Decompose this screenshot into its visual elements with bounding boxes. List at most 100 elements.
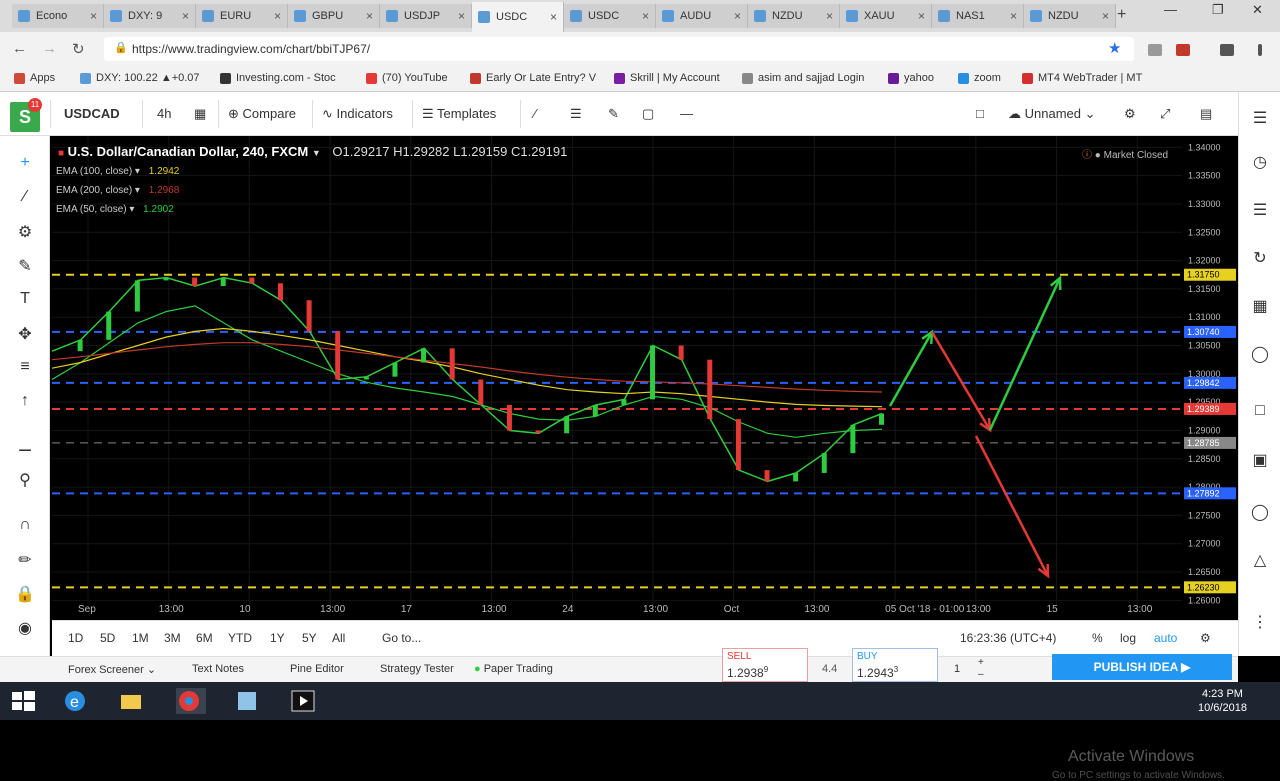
publish-idea-button[interactable]: PUBLISH IDEA ▶: [1052, 654, 1232, 680]
extension-icon[interactable]: [1176, 44, 1190, 56]
bookmark-item[interactable]: DXY: 100.22 ▲+0.07: [80, 72, 200, 84]
minimize-icon[interactable]: —: [1164, 2, 1177, 17]
compare-button[interactable]: ⊕ Compare: [228, 106, 296, 122]
bookmark-item[interactable]: zoom: [958, 72, 1001, 84]
bookmark-item[interactable]: Investing.com - Stoc: [220, 72, 336, 84]
app-icon[interactable]: [234, 688, 264, 714]
prediction-icon[interactable]: ≡: [13, 358, 37, 380]
browser-tab[interactable]: USDC ×: [564, 4, 656, 28]
horizontal-line-icon[interactable]: —: [680, 106, 693, 121]
bookmark-item[interactable]: (70) YouTube: [366, 72, 448, 84]
templates-button[interactable]: ☰ Templates: [422, 106, 496, 122]
tab-close-icon[interactable]: ×: [182, 9, 189, 23]
tab-close-icon[interactable]: ×: [274, 9, 281, 23]
range-all[interactable]: All: [332, 631, 345, 645]
auto-toggle[interactable]: auto: [1154, 631, 1177, 645]
layout-button[interactable]: ☁ Unnamed ⌄: [1008, 106, 1096, 122]
trend-line-icon[interactable]: ∕: [13, 188, 37, 210]
browser-tab[interactable]: AUDU ×: [656, 4, 748, 28]
chrome-icon[interactable]: [176, 688, 206, 714]
crosshair-icon[interactable]: +: [13, 154, 37, 176]
lock-icon[interactable]: 🔒: [13, 584, 37, 606]
alarm-clock-icon[interactable]: ◷: [1247, 152, 1273, 176]
calendar-icon[interactable]: ▦: [1247, 296, 1273, 320]
tab-paper-trading[interactable]: ● Paper Trading: [474, 663, 553, 675]
tab-close-icon[interactable]: ×: [1010, 9, 1017, 23]
bell-icon[interactable]: △: [1247, 550, 1273, 574]
menu-icon[interactable]: [1258, 44, 1262, 56]
tab-close-icon[interactable]: ×: [366, 9, 373, 23]
fullscreen-icon[interactable]: ⤢: [1160, 106, 1170, 122]
browser-tab[interactable]: GBPU ×: [288, 4, 380, 28]
tab-close-icon[interactable]: ×: [90, 9, 97, 23]
trend-line-icon[interactable]: ∕: [534, 106, 536, 121]
ema-200-legend[interactable]: EMA (200, close) ▾ 1.2968: [56, 185, 179, 196]
messages-icon[interactable]: ▣: [1247, 450, 1273, 474]
buy-button[interactable]: BUY 1.29433: [852, 648, 938, 682]
range-1m[interactable]: 1M: [132, 631, 149, 645]
gear-icon[interactable]: ⚙: [1200, 631, 1211, 645]
range-6m[interactable]: 6M: [196, 631, 213, 645]
brush-icon[interactable]: ✎: [13, 256, 37, 278]
profile-icon[interactable]: [1220, 44, 1234, 56]
data-window-icon[interactable]: ☰: [1247, 200, 1273, 224]
interval-selector[interactable]: 4h: [157, 106, 171, 121]
tab-close-icon[interactable]: ×: [734, 9, 741, 23]
zoom-icon[interactable]: ⚲: [13, 470, 37, 492]
close-window-icon[interactable]: ✕: [1252, 2, 1263, 18]
symbol-search[interactable]: USDCAD: [64, 106, 120, 121]
tab-close-icon[interactable]: ×: [642, 9, 649, 23]
browser-tab[interactable]: NZDU ×: [748, 4, 840, 28]
tab-close-icon[interactable]: ×: [918, 9, 925, 23]
candles-icon[interactable]: ▦: [194, 106, 206, 122]
log-toggle[interactable]: log: [1120, 631, 1136, 645]
tab-close-icon[interactable]: ×: [550, 10, 557, 24]
settings-icon[interactable]: ⚙: [1124, 106, 1136, 122]
url-input[interactable]: 🔒 https://www.tradingview.com/chart/bbiT…: [104, 37, 1134, 61]
browser-tab[interactable]: Econo ×: [12, 4, 104, 28]
range-3m[interactable]: 3M: [164, 631, 181, 645]
fib-icon[interactable]: ☰: [570, 106, 582, 122]
tab-close-icon[interactable]: ×: [826, 9, 833, 23]
tab-forex-screener[interactable]: Forex Screener ⌄: [68, 663, 156, 676]
price-chart[interactable]: 1.34000 1.33500 1.33000 1.32500 1.32000 1.315…: [52, 136, 1238, 781]
bookmark-item[interactable]: Early Or Late Entry? V: [470, 72, 596, 84]
goto-button[interactable]: Go to...: [382, 631, 421, 645]
reload-icon[interactable]: ↻: [72, 40, 85, 58]
bookmark-item[interactable]: Apps: [14, 72, 55, 84]
browser-tab[interactable]: NAS1 ×: [932, 4, 1024, 28]
restore-icon[interactable]: ❐: [1212, 2, 1224, 18]
tab-pine-editor[interactable]: Pine Editor: [290, 663, 344, 675]
rectangle-select-icon[interactable]: □: [976, 106, 984, 121]
media-icon[interactable]: [290, 688, 320, 714]
forward-icon[interactable]: →: [42, 40, 57, 57]
text-icon[interactable]: T: [13, 290, 37, 312]
ema-100-legend[interactable]: EMA (100, close) ▾ 1.2942: [56, 166, 179, 177]
browser-tab[interactable]: USDC ×: [472, 2, 564, 32]
ema-50-legend[interactable]: EMA (50, close) ▾ 1.2902: [56, 204, 174, 215]
indicators-button[interactable]: ∿ Indicators: [322, 106, 393, 122]
chevron-down-icon[interactable]: ▼: [312, 148, 321, 158]
magnet-icon[interactable]: ∩: [13, 516, 37, 538]
quantity-input[interactable]: 1: [954, 663, 960, 675]
rectangle-icon[interactable]: ▢: [642, 106, 654, 122]
object-tree-icon[interactable]: ⋮: [1247, 612, 1273, 636]
browser-tab[interactable]: XAUU ×: [840, 4, 932, 28]
eye-icon[interactable]: ◉: [13, 618, 37, 640]
ruler-icon[interactable]: ⚊: [13, 436, 37, 458]
quantity-stepper[interactable]: + –: [978, 657, 984, 681]
tab-text-notes[interactable]: Text Notes: [192, 663, 244, 675]
browser-tab[interactable]: EURU ×: [196, 4, 288, 28]
range-1y[interactable]: 1Y: [270, 631, 285, 645]
bookmark-item[interactable]: asim and sajjad Login: [742, 72, 864, 84]
chat-icon[interactable]: □: [1247, 402, 1273, 426]
range-ytd[interactable]: YTD: [228, 631, 252, 645]
percent-toggle[interactable]: %: [1092, 631, 1103, 645]
notifications-icon[interactable]: ◯: [1247, 502, 1273, 526]
bookmark-star-icon[interactable]: ★: [1108, 39, 1121, 57]
range-5y[interactable]: 5Y: [302, 631, 317, 645]
bookmark-item[interactable]: yahoo: [888, 72, 934, 84]
tab-close-icon[interactable]: ×: [458, 9, 465, 23]
browser-tab[interactable]: NZDU ×: [1024, 4, 1116, 28]
pattern-icon[interactable]: ✥: [13, 324, 37, 346]
